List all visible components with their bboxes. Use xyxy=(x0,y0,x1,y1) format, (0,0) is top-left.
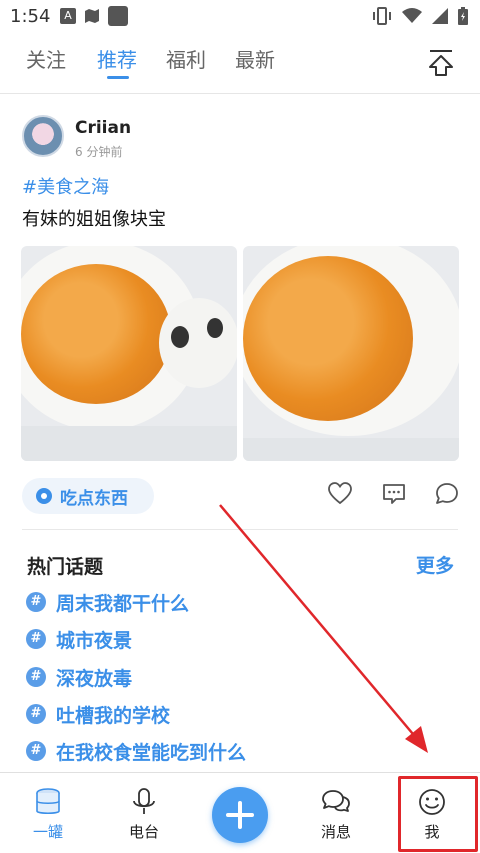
nav-label-messages: 消息 xyxy=(320,823,351,841)
nav-label-home: 一罐 xyxy=(32,823,63,841)
nav-item-home[interactable]: 一罐 xyxy=(18,787,78,842)
hot-topic-item[interactable]: # 在我校食堂能吃到什么 xyxy=(26,738,246,764)
nav-label-radio: 电台 xyxy=(128,823,159,841)
hashtag-icon: # xyxy=(26,741,46,761)
hot-topic-label: 城市夜景 xyxy=(56,629,133,652)
post-username[interactable]: Criian xyxy=(75,118,131,138)
table-surface xyxy=(243,438,459,461)
hot-topic-item[interactable]: # 周末我都干什么 xyxy=(26,589,189,615)
tab-recommend[interactable]: 推荐 xyxy=(97,44,137,73)
post-hashtag[interactable]: #美食之海 xyxy=(22,173,109,199)
hashtag-icon: # xyxy=(26,667,46,687)
status-bar: 1:54 A xyxy=(0,0,480,34)
soup-shape xyxy=(21,264,171,404)
status-right-icons xyxy=(372,7,468,29)
feed-tabs: 关注 推荐 福利 最新 xyxy=(0,34,480,94)
hot-topics-title: 热门话题 xyxy=(27,556,104,578)
wifi-icon xyxy=(402,8,422,28)
heart-icon[interactable] xyxy=(327,481,353,507)
active-tab-indicator xyxy=(107,76,129,79)
tab-follow[interactable]: 关注 xyxy=(26,44,66,73)
hashtag-icon: # xyxy=(26,704,46,724)
chat-bubbles-icon xyxy=(322,790,350,812)
status-left-icons: A xyxy=(60,6,128,28)
hot-topic-label: 深夜放毒 xyxy=(56,667,133,690)
plus-icon[interactable] xyxy=(212,787,268,843)
battery-icon xyxy=(458,7,468,29)
divider xyxy=(22,529,458,530)
post-text: 有妹的姐姐像块宝 xyxy=(22,209,166,230)
hot-topic-item[interactable]: # 吐槽我的学校 xyxy=(26,701,170,727)
more-link[interactable]: 更多 xyxy=(416,551,454,578)
map-icon xyxy=(84,8,100,28)
post-image-2[interactable] xyxy=(243,246,459,461)
post-time: 6 分钟前 xyxy=(75,145,123,159)
hashtag-icon: # xyxy=(26,629,46,649)
hot-topic-item[interactable]: # 深夜放毒 xyxy=(26,664,132,690)
tag-dot-icon xyxy=(36,488,52,504)
back-to-top-icon[interactable] xyxy=(428,48,454,76)
panda-figure xyxy=(159,298,237,388)
share-icon[interactable] xyxy=(434,481,460,507)
hot-topic-item[interactable]: # 城市夜景 xyxy=(26,626,132,652)
a-badge-icon: A xyxy=(60,8,76,24)
panda-eye xyxy=(171,326,189,348)
microphone-icon xyxy=(133,788,155,814)
hot-topic-label: 吐槽我的学校 xyxy=(56,704,171,727)
nav-item-radio[interactable]: 电台 xyxy=(114,787,174,842)
tab-latest[interactable]: 最新 xyxy=(235,44,275,73)
tab-welfare[interactable]: 福利 xyxy=(166,44,206,73)
avatar[interactable] xyxy=(22,115,64,157)
topic-tag-label: 吃点东西 xyxy=(60,488,128,509)
hashtag-icon: # xyxy=(26,592,46,612)
status-time: 1:54 xyxy=(10,6,51,27)
hot-topic-label: 周末我都干什么 xyxy=(56,592,190,615)
jar-icon xyxy=(36,788,60,815)
vibrate-icon xyxy=(372,7,392,29)
comment-icon[interactable] xyxy=(381,481,407,507)
topic-tag-pill[interactable]: 吃点东西 xyxy=(22,478,154,514)
panda-eye xyxy=(207,318,223,338)
annotation-highlight-box xyxy=(398,776,478,852)
soup-shape xyxy=(243,256,413,421)
hot-topic-label: 在我校食堂能吃到什么 xyxy=(56,741,247,764)
post-image-1[interactable] xyxy=(21,246,237,461)
table-surface xyxy=(21,426,237,461)
nav-item-messages[interactable]: 消息 xyxy=(306,787,366,842)
square-icon xyxy=(108,6,128,26)
signal-icon xyxy=(432,8,448,28)
